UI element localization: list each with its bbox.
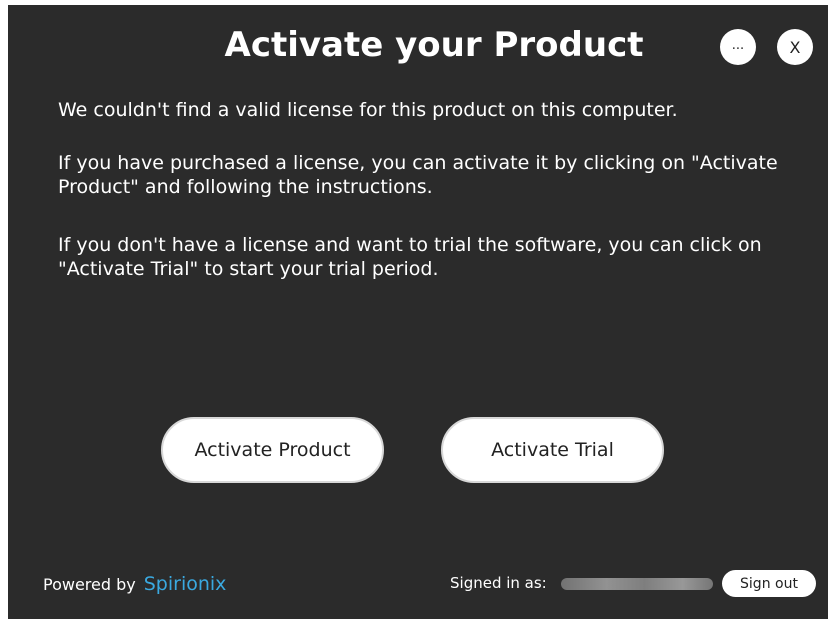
powered-by-label: Powered by <box>43 575 136 594</box>
more-icon: ... <box>731 37 745 53</box>
signed-in-email-redacted <box>561 578 713 590</box>
more-options-button[interactable]: ... <box>720 29 756 65</box>
sign-out-label: Sign out <box>740 575 798 592</box>
close-button[interactable]: X <box>777 29 813 65</box>
activation-dialog: Activate your Product ... X We couldn't … <box>8 5 828 619</box>
activate-product-label: Activate Product <box>194 439 351 461</box>
activate-product-button[interactable]: Activate Product <box>161 417 384 483</box>
message-no-license: We couldn't find a valid license for thi… <box>58 99 678 121</box>
sign-out-button[interactable]: Sign out <box>722 570 816 597</box>
activate-trial-label: Activate Trial <box>491 439 614 461</box>
message-activate-trial: If you don't have a license and want to … <box>58 234 762 280</box>
signed-in-label: Signed in as: <box>450 574 547 592</box>
powered-by: Powered by Spirionix <box>43 573 226 595</box>
brand-logo: Spirionix <box>143 573 227 595</box>
dialog-title: Activate your Product <box>224 25 644 65</box>
activate-trial-button[interactable]: Activate Trial <box>441 417 664 483</box>
message-activate-product: If you have purchased a license, you can… <box>58 152 778 198</box>
close-icon: X <box>789 37 801 57</box>
